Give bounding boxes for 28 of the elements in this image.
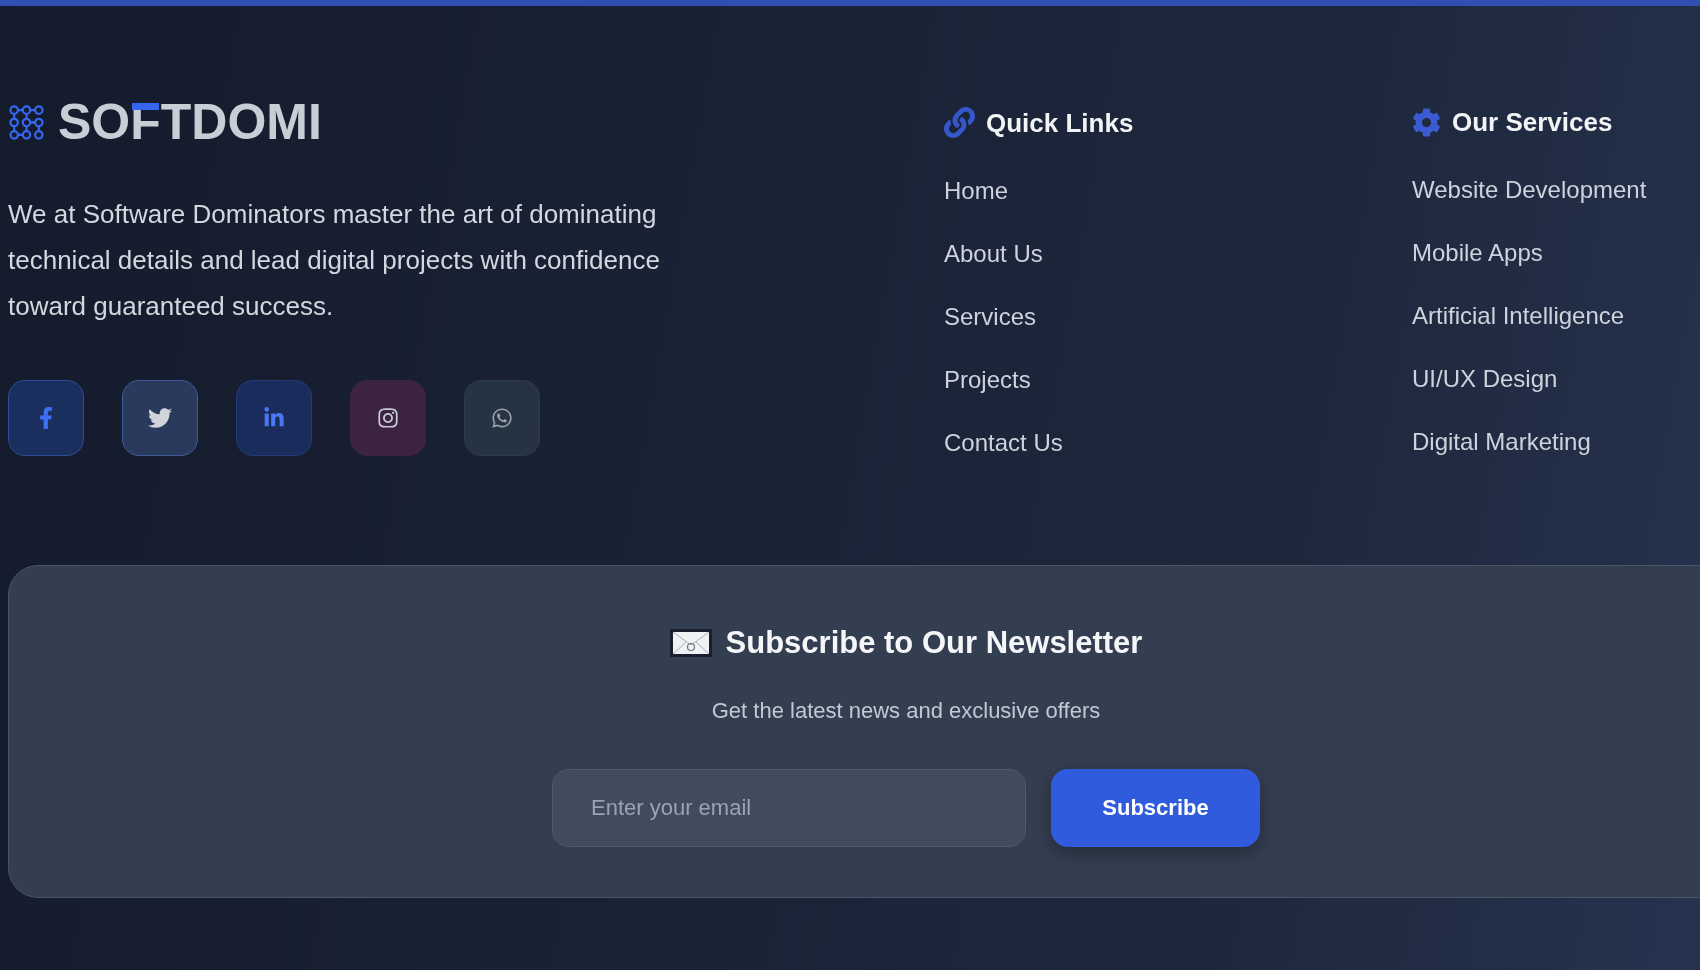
- chat-phone-icon: [491, 407, 513, 429]
- footer-link[interactable]: Contact Us: [944, 428, 1063, 458]
- chain-link-icon: [944, 107, 975, 138]
- footer-link[interactable]: Mobile Apps: [1412, 238, 1543, 268]
- footer-link[interactable]: About Us: [944, 239, 1043, 269]
- subscribe-button[interactable]: Subscribe: [1051, 769, 1260, 847]
- column-heading: Our Services: [1452, 107, 1613, 137]
- footer-link[interactable]: Digital Marketing: [1412, 427, 1591, 457]
- circuit-dots-icon: [8, 103, 45, 141]
- social-button[interactable]: [122, 380, 198, 456]
- email-field[interactable]: Enter your email: [552, 769, 1026, 847]
- newsletter-title: Subscribe to Our Newsletter: [725, 624, 1143, 662]
- footer-link[interactable]: Projects: [944, 365, 1031, 395]
- bird-icon: [148, 406, 172, 430]
- footer-link[interactable]: Services: [944, 302, 1037, 332]
- footer-link[interactable]: UI/UX Design: [1412, 364, 1558, 394]
- in-letter-icon: [263, 407, 285, 429]
- newsletter-subtitle: Get the latest news and exclusive offers: [711, 697, 1101, 725]
- logo-text: SOFTDOMI: [58, 97, 322, 147]
- social-button[interactable]: [350, 380, 426, 456]
- gear-icon: [1412, 107, 1441, 137]
- camera-icon: [377, 407, 399, 429]
- footer-link[interactable]: Home: [944, 176, 1009, 206]
- envelope-icon: [669, 629, 712, 657]
- column-heading: Quick Links: [986, 107, 1134, 138]
- footer-link[interactable]: Website Development: [1412, 175, 1647, 205]
- company-description: We at Software Dominators master the art of dominating technical details and lead digital projects with confidence toward guaranteed success.: [8, 198, 661, 323]
- footer-link[interactable]: Artificial Intelligence: [1412, 301, 1625, 331]
